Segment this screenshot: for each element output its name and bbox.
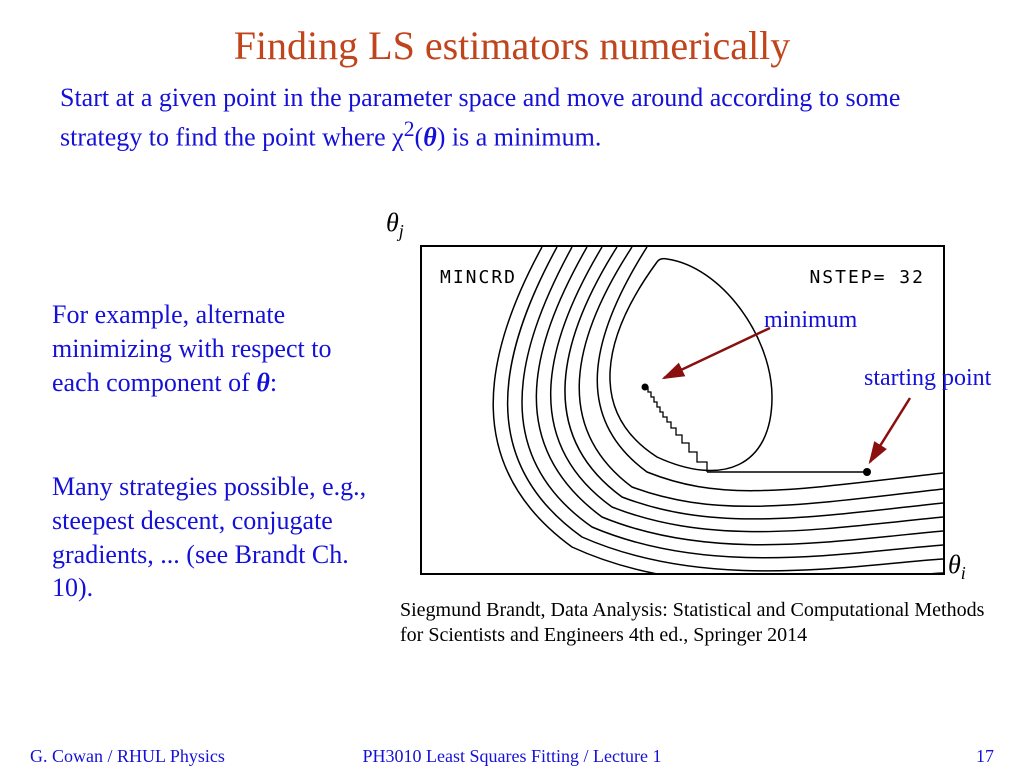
theta-symbol: θ <box>423 122 437 151</box>
strategies-paragraph: Many strategies possible, e.g., steepest… <box>52 470 392 605</box>
annotation-starting-point: starting point <box>864 365 991 392</box>
theta-letter: θ <box>386 208 399 237</box>
axis-label-theta-j: θj <box>386 208 404 242</box>
minimum-point-dot <box>642 384 649 391</box>
figure-citation: Siegmund Brandt, Data Analysis: Statisti… <box>400 598 990 648</box>
contour-figure: MINCRD NSTEP= 32 <box>420 245 945 575</box>
page-title: Finding LS estimators numerically <box>0 0 1024 69</box>
footer-page-number: 17 <box>976 746 994 767</box>
figure-label-mincrd: MINCRD <box>440 267 517 288</box>
axis-label-theta-i: θi <box>948 550 966 584</box>
theta-letter: θ <box>948 550 961 579</box>
para1-text-a: For example, alternate minimizing with r… <box>52 300 331 397</box>
contour-plot-svg <box>422 247 943 573</box>
chi-symbol: χ <box>392 122 404 151</box>
figure-label-nstep: NSTEP= 32 <box>809 267 925 288</box>
annotation-minimum: minimum <box>764 307 857 334</box>
intro-text-b: is a minimum. <box>445 122 601 151</box>
theta-subscript: j <box>399 221 404 241</box>
chi-superscript: 2 <box>404 117 415 141</box>
theta-symbol: θ <box>256 368 270 397</box>
para1-text-b: : <box>270 368 277 397</box>
footer-course: PH3010 Least Squares Fitting / Lecture 1 <box>0 746 1024 767</box>
example-paragraph: For example, alternate minimizing with r… <box>52 298 372 399</box>
intro-paragraph: Start at a given point in the parameter … <box>0 69 1024 154</box>
theta-subscript: i <box>961 563 966 583</box>
